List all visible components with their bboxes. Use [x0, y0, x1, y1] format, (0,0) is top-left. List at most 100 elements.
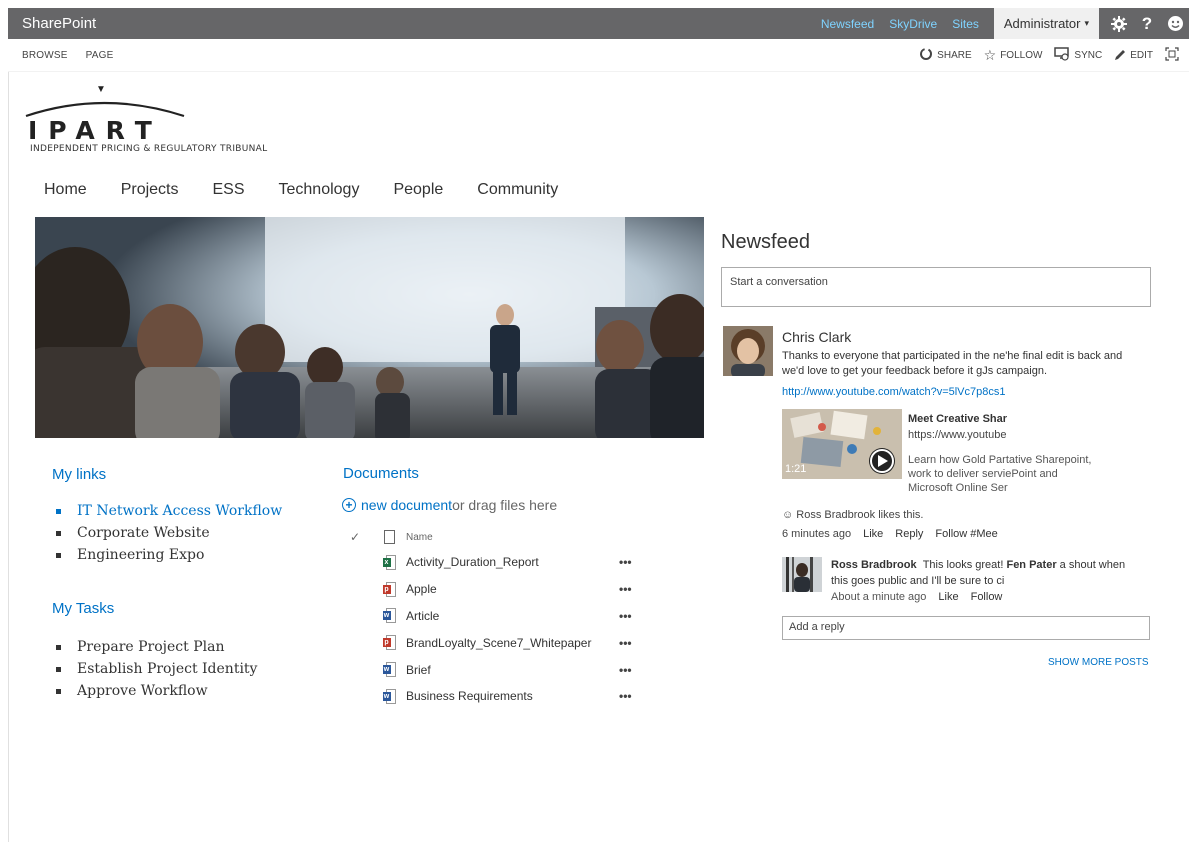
bullet-icon — [56, 552, 61, 558]
post-meta: 6 minutes ago Like Reply Follow #Mee — [782, 528, 1010, 540]
word-file-icon: w — [382, 688, 396, 704]
link-engineering-expo[interactable]: Engineering Expo — [56, 544, 282, 566]
column-header-name[interactable]: Name — [406, 532, 649, 543]
bullet-icon — [56, 666, 61, 672]
smiley-icon[interactable] — [1161, 8, 1189, 39]
document-row[interactable]: p Apple ••• — [342, 576, 649, 603]
more-options-icon[interactable]: ••• — [619, 636, 649, 650]
my-links-list: IT Network Access Workflow Corporate Web… — [56, 500, 282, 566]
document-name[interactable]: BrandLoyalty_Scene7_Whitepaper — [406, 636, 619, 650]
nav-community[interactable]: Community — [477, 181, 558, 199]
reply-meta: About a minute ago Like Follow — [831, 591, 1014, 603]
site-logo[interactable]: ▼ IPART INDEPENDENT PRICING & REGULATORY… — [24, 84, 324, 164]
show-more-posts-link[interactable]: SHOW MORE POSTS — [1048, 657, 1149, 668]
add-reply-input[interactable]: Add a reply — [782, 616, 1150, 640]
plus-circle-icon[interactable]: + — [342, 498, 356, 512]
document-row[interactable]: p BrandLoyalty_Scene7_Whitepaper ••• — [342, 629, 649, 656]
pdf-file-icon: p — [382, 581, 396, 597]
suite-bar: SharePoint Newsfeed SkyDrive Sites Admin… — [8, 8, 1189, 39]
nav-technology[interactable]: Technology — [279, 181, 360, 199]
suite-link-sites[interactable]: Sites — [952, 17, 979, 31]
help-icon[interactable]: ? — [1133, 8, 1161, 39]
file-type-header-icon — [372, 530, 406, 544]
new-document-link[interactable]: new document — [361, 497, 452, 513]
reply-mention[interactable]: Fen Pater — [1006, 559, 1056, 571]
more-options-icon[interactable]: ••• — [619, 582, 649, 596]
more-options-icon[interactable]: ••• — [619, 663, 649, 677]
focus-button[interactable] — [1165, 47, 1183, 64]
document-name[interactable]: Article — [406, 609, 619, 623]
documents-title[interactable]: Documents — [343, 465, 419, 482]
share-button[interactable]: SHARE — [919, 47, 972, 64]
word-file-icon: w — [382, 608, 396, 624]
nav-home[interactable]: Home — [44, 181, 87, 199]
newsfeed-title: Newsfeed — [721, 231, 810, 253]
more-options-icon[interactable]: ••• — [619, 555, 649, 569]
nav-people[interactable]: People — [393, 181, 443, 199]
follow-button[interactable]: ☆ FOLLOW — [984, 47, 1043, 64]
post-text: Thanks to everyone that participated in … — [782, 350, 1123, 377]
suite-link-newsfeed[interactable]: Newsfeed — [821, 17, 874, 31]
document-row[interactable]: w Article ••• — [342, 603, 649, 630]
tab-browse[interactable]: BROWSE — [22, 50, 68, 61]
reply-timestamp: About a minute ago — [831, 591, 927, 603]
like-link[interactable]: Like — [863, 528, 883, 540]
edit-button[interactable]: EDIT — [1114, 48, 1153, 64]
select-all-check-icon[interactable]: ✓ — [342, 530, 372, 544]
start-conversation-input[interactable]: Start a conversation — [721, 267, 1151, 307]
logo-wordmark: IPART — [28, 116, 163, 145]
document-row[interactable]: w Business Requirements ••• — [342, 683, 649, 710]
bullet-icon — [56, 530, 61, 536]
focus-icon — [1165, 47, 1179, 64]
document-name[interactable]: Activity_Duration_Report — [406, 555, 619, 569]
document-row[interactable]: w Brief ••• — [342, 656, 649, 683]
reply-like-link[interactable]: Like — [938, 591, 958, 603]
my-tasks-list: Prepare Project Plan Establish Project I… — [56, 636, 257, 702]
user-name: Administrator — [1003, 16, 1081, 31]
video-duration: 1:21 — [785, 463, 807, 475]
video-thumbnail[interactable]: 1:21 — [782, 409, 902, 479]
logo-subtitle: INDEPENDENT PRICING & REGULATORY TRIBUNA… — [30, 144, 268, 154]
task-prepare-project-plan[interactable]: Prepare Project Plan — [56, 636, 257, 658]
edit-label: EDIT — [1130, 50, 1153, 61]
follow-label: FOLLOW — [1000, 50, 1043, 61]
document-name[interactable]: Business Requirements — [406, 689, 619, 703]
suite-link-skydrive[interactable]: SkyDrive — [889, 17, 937, 31]
nav-ess[interactable]: ESS — [212, 181, 244, 199]
task-approve-workflow[interactable]: Approve Workflow — [56, 680, 257, 702]
sync-button[interactable]: SYNC — [1054, 47, 1102, 64]
documents-header-row: ✓ Name — [342, 525, 649, 549]
pdf-file-icon: p — [382, 635, 396, 651]
drag-files-hint: or drag files here — [452, 497, 558, 513]
reply-author[interactable]: Ross Bradbrook — [831, 559, 917, 571]
gear-icon[interactable] — [1105, 8, 1133, 39]
reply-follow-link[interactable]: Follow — [971, 591, 1003, 603]
avatar[interactable] — [782, 557, 822, 592]
link-it-network-access-workflow[interactable]: IT Network Access Workflow — [56, 500, 282, 522]
post-link[interactable]: http://www.youtube.com/watch?v=5lVc7p8cs… — [782, 386, 1005, 398]
post-author[interactable]: Chris Clark — [782, 329, 851, 345]
nav-projects[interactable]: Projects — [121, 181, 179, 199]
bullet-icon — [56, 508, 61, 514]
share-label: SHARE — [937, 50, 972, 61]
post-timestamp: 6 minutes ago — [782, 528, 852, 540]
avatar[interactable] — [723, 326, 773, 376]
my-links-title: My links — [52, 466, 107, 483]
word-file-icon: w — [382, 662, 396, 678]
link-corporate-website[interactable]: Corporate Website — [56, 522, 282, 544]
reply-link[interactable]: Reply — [895, 528, 923, 540]
more-options-icon[interactable]: ••• — [619, 609, 649, 623]
more-options-icon[interactable]: ••• — [619, 689, 649, 703]
suite-brand[interactable]: SharePoint — [8, 15, 821, 32]
task-establish-project-identity[interactable]: Establish Project Identity — [56, 658, 257, 680]
document-name[interactable]: Apple — [406, 582, 619, 596]
document-row[interactable]: x Activity_Duration_Report ••• — [342, 549, 649, 576]
follow-hashtag-link[interactable]: Follow #Mee — [935, 528, 997, 540]
tab-page[interactable]: PAGE — [86, 50, 114, 61]
document-name[interactable]: Brief — [406, 663, 619, 677]
user-menu[interactable]: Administrator ▾ — [993, 8, 1099, 39]
video-title[interactable]: Meet Creative Shar — [908, 413, 1018, 425]
logo-arc-icon — [25, 101, 185, 118]
sync-icon — [1054, 47, 1070, 64]
documents-table: ✓ Name x Activity_Duration_Report ••• p … — [342, 525, 649, 710]
